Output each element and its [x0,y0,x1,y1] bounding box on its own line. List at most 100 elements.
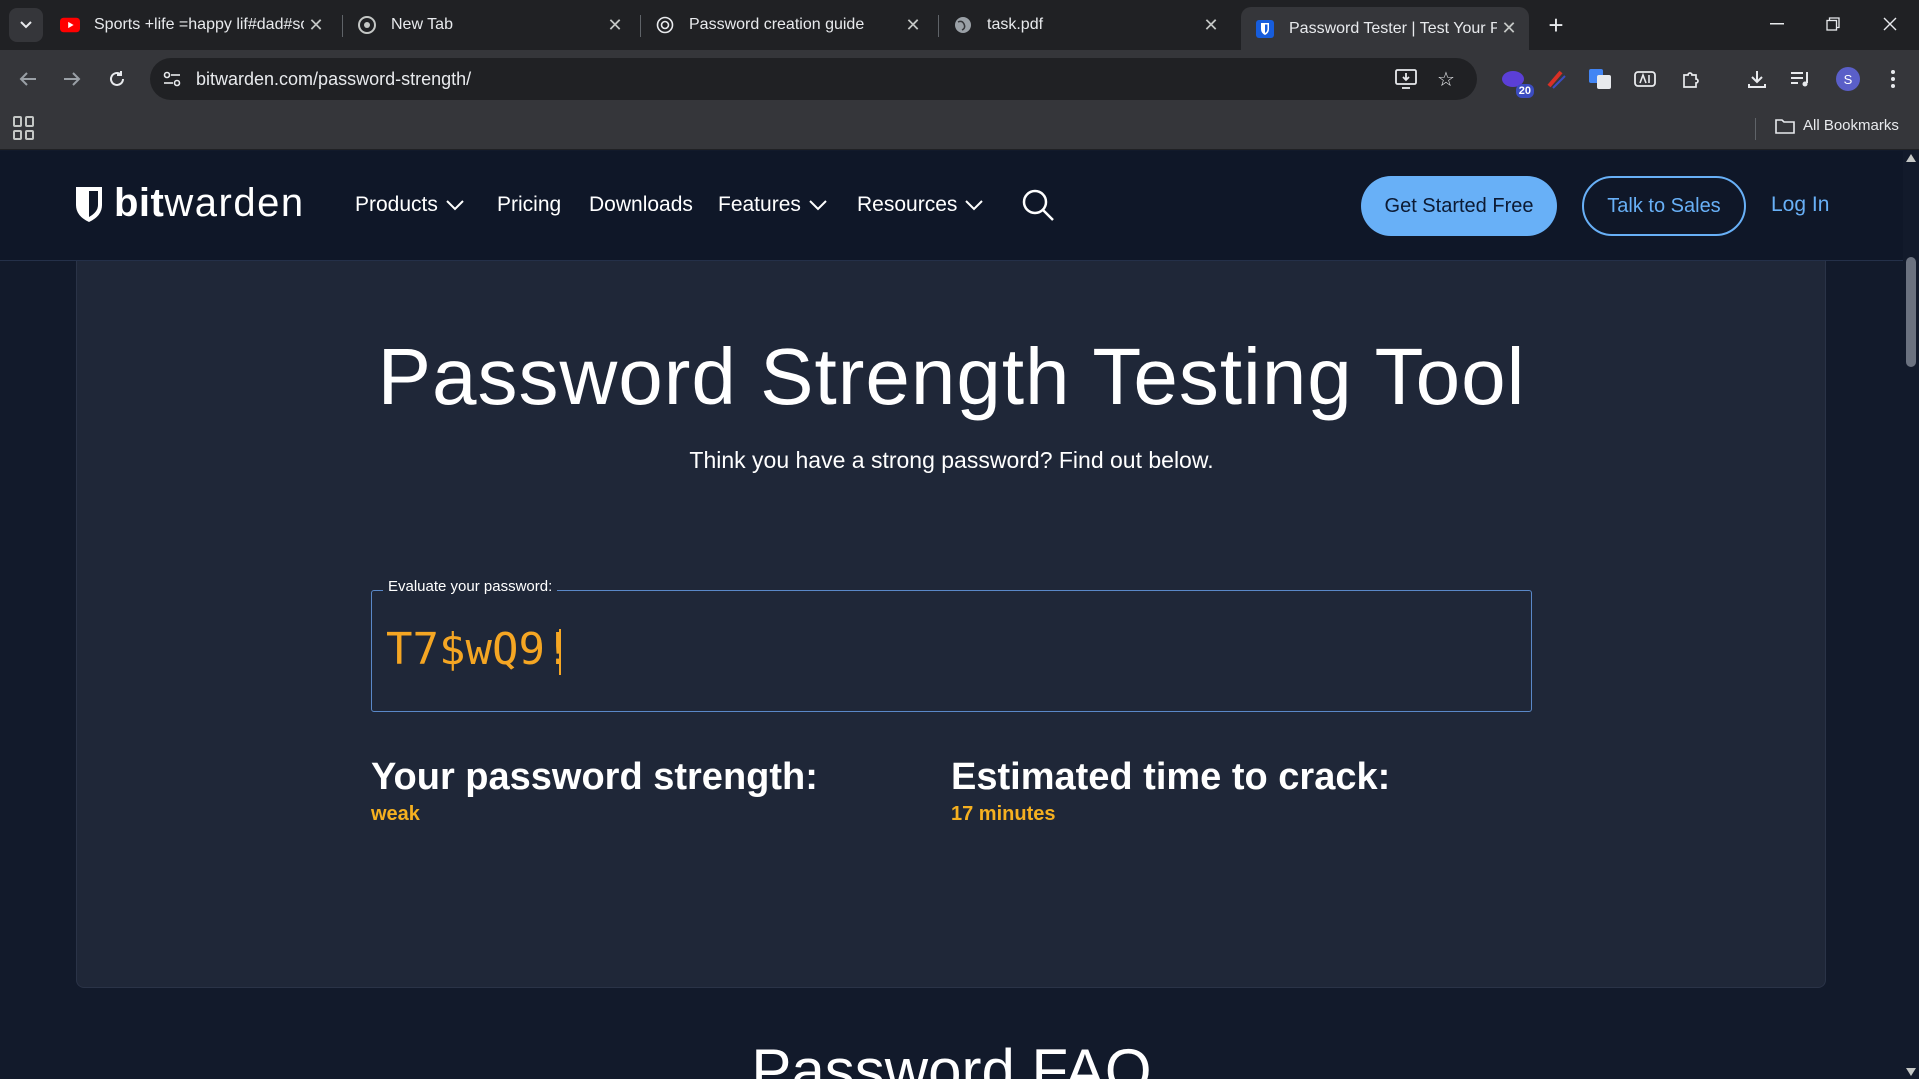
nav-pricing[interactable]: Pricing [497,193,561,217]
close-tab-icon[interactable]: ✕ [1497,17,1521,41]
logo-text-light: warden [164,181,305,225]
back-button[interactable] [10,61,46,97]
minimize-button[interactable] [1752,6,1802,42]
reload-button[interactable] [99,61,135,97]
ai-extension-icon [1634,71,1656,87]
nav-label: Pricing [497,193,562,216]
scroll-down-arrow-icon[interactable] [1906,1068,1916,1076]
new-tab-button[interactable]: + [1541,10,1571,40]
restore-icon [1826,17,1840,31]
tab-title: New Tab [391,16,453,33]
tab-title: Password creation guide [689,16,865,33]
browser-menu-button[interactable] [1878,64,1908,94]
bookmarks-divider [1755,118,1756,140]
translate-icon [1589,69,1611,89]
bitwarden-logo[interactable]: bit warden [74,181,305,226]
all-bookmarks-label: All Bookmarks [1803,117,1899,134]
page-scrollbar[interactable] [1903,151,1919,1079]
forward-button[interactable] [54,61,90,97]
tab-title: Sports +life =happy lif#dad#so [94,16,304,33]
browser-toolbar: bitwarden.com/password-strength/ ☆ 20 S [0,50,1919,108]
extension-count-badge: 20 [1515,84,1534,98]
browser-tab[interactable]: task.pdf ✕ [939,7,1231,43]
close-tab-icon[interactable]: ✕ [304,13,328,37]
tab-title: Password Tester | Test Your Pass [1289,19,1497,37]
all-bookmarks-button[interactable]: All Bookmarks [1775,117,1899,134]
nav-resources[interactable]: Resources [857,193,984,217]
pen-extension-icon [1547,70,1566,89]
site-info-icon[interactable] [154,61,190,97]
password-input[interactable] [386,619,1506,679]
profile-avatar[interactable]: S [1833,64,1863,94]
strength-heading: Your password strength: [371,756,818,798]
strength-value: weak [371,803,420,825]
kebab-menu-icon [1891,70,1895,88]
extension-button[interactable] [1541,64,1571,94]
log-in-link[interactable]: Log In [1771,193,1829,217]
downloads-button[interactable] [1742,64,1772,94]
apps-grid-icon[interactable] [13,116,37,140]
page-viewport: bit warden Products Pricing Downloads Fea… [0,151,1903,1079]
openai-icon [655,15,675,35]
extensions-menu-button[interactable] [1676,64,1706,94]
close-tab-icon[interactable]: ✕ [603,13,627,37]
back-arrow-icon [19,72,36,86]
translate-extension-button[interactable] [1585,64,1615,94]
talk-to-sales-button[interactable]: Talk to Sales [1582,176,1746,236]
close-tab-icon[interactable]: ✕ [1199,13,1223,37]
search-icon[interactable] [1020,187,1056,223]
password-field-wrapper: Evaluate your password: [371,578,1532,712]
nav-label: Downloads [589,193,693,216]
download-icon [1748,71,1766,88]
chevron-down-icon [446,200,464,211]
nav-label: Products [355,193,438,216]
chevron-down-icon [20,21,32,29]
extension-badge-button[interactable]: 20 [1498,64,1534,98]
profile-initial: S [1843,71,1853,87]
media-controls-button[interactable] [1786,64,1816,94]
scroll-up-arrow-icon[interactable] [1906,154,1916,162]
browser-tab-bar: Sports +life =happy lif#dad#so ✕ New Tab… [0,0,1919,50]
chevron-down-icon [965,200,984,211]
page-subtitle: Think you have a strong password? Find o… [689,447,1214,473]
tab-search-button[interactable] [9,8,43,42]
bookmarks-bar: All Bookmarks [0,108,1919,150]
install-app-icon[interactable] [1392,65,1420,93]
browser-tab[interactable]: Sports +life =happy lif#dad#so ✕ [46,7,336,43]
close-icon [1883,17,1897,31]
text-caret [559,629,561,675]
get-started-free-button[interactable]: Get Started Free [1361,176,1557,236]
nav-features[interactable]: Features [718,193,827,217]
nav-products[interactable]: Products [355,193,464,217]
url-text: bitwarden.com/password-strength/ [196,68,472,89]
close-window-button[interactable] [1865,6,1915,42]
nav-label: Features [718,193,801,216]
crack-time-value: 17 minutes [951,803,1056,825]
chevron-down-icon [809,200,827,211]
bookmark-star-icon[interactable]: ☆ [1432,65,1460,93]
site-header: bit warden Products Pricing Downloads Fea… [0,151,1903,261]
address-bar[interactable]: bitwarden.com/password-strength/ ☆ [150,58,1477,100]
nav-downloads[interactable]: Downloads [589,193,693,217]
playlist-icon [1791,72,1808,87]
ai-extension-button[interactable] [1630,64,1660,94]
scroll-thumb[interactable] [1906,257,1916,367]
bitwarden-shield-icon [76,186,102,222]
youtube-icon [60,15,80,35]
page-title: Password Strength Testing Tool [377,332,1526,421]
crack-time-result: Estimated time to crack: 17 minutes [951,756,1390,826]
restore-button[interactable] [1808,6,1858,42]
logo-text-bold: bit [114,181,165,225]
faq-heading: Password FAQ [751,1037,1152,1079]
bitwarden-icon [1255,19,1275,39]
crack-time-heading: Estimated time to crack: [951,756,1391,798]
tab-title: task.pdf [987,16,1044,33]
browser-tab[interactable]: New Tab ✕ [343,7,635,43]
reload-icon [110,71,124,86]
minimize-icon [1770,23,1784,25]
close-tab-icon[interactable]: ✕ [901,13,925,37]
password-field-label: Evaluate your password: [383,578,558,595]
browser-tab[interactable]: Password creation guide ✕ [641,7,933,43]
password-strength-result: Your password strength: weak [371,756,818,826]
browser-tab-active[interactable]: Password Tester | Test Your Pass ✕ [1241,7,1529,50]
